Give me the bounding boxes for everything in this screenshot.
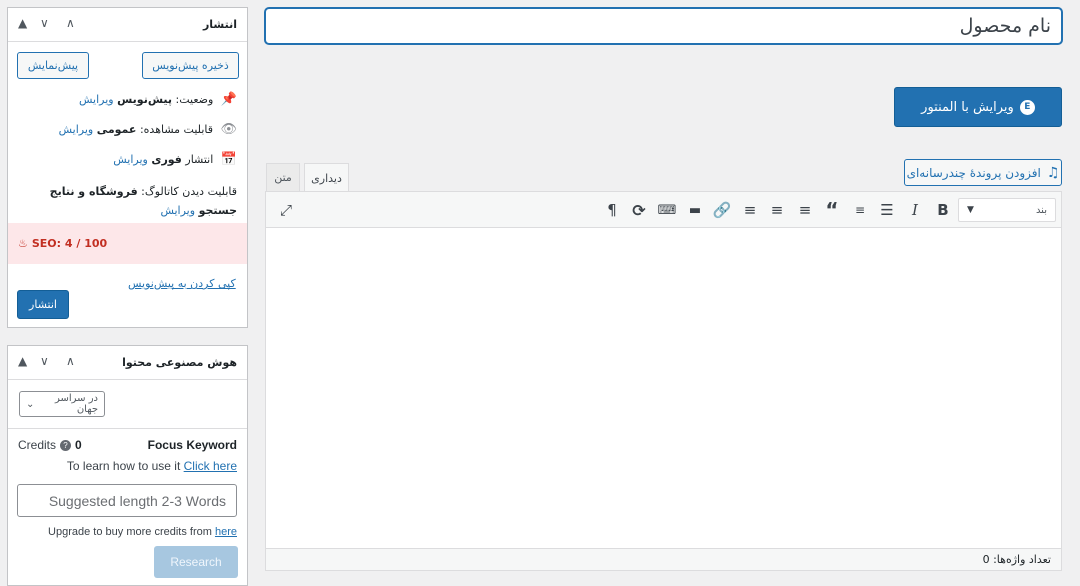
- paragraph-rtl-icon[interactable]: ¶: [600, 198, 624, 222]
- move-up-icon[interactable]: ▲: [18, 16, 27, 30]
- divider: [8, 428, 247, 429]
- chevron-down-icon: ⌄: [26, 398, 35, 410]
- publish-box-header: ▲ ∨ ∧ انتشار: [8, 8, 247, 42]
- seo-icon: ♨: [18, 237, 28, 250]
- upgrade-link[interactable]: here: [215, 526, 237, 538]
- status-value: پیش‌نویس: [117, 93, 173, 106]
- catalog-value-1: فروشگاه و نتایج: [49, 185, 138, 198]
- format-select-value: بند: [1035, 204, 1047, 216]
- status-row: 📌 وضعیت: پیش‌نویس ویرایش: [79, 92, 237, 107]
- status-edit-link[interactable]: ویرایش: [79, 93, 114, 106]
- chevron-up-icon[interactable]: ∧: [66, 354, 75, 368]
- chevron-down-icon[interactable]: ∨: [40, 354, 49, 368]
- fullscreen-icon[interactable]: ⤢: [274, 198, 298, 222]
- format-select[interactable]: بند ▼: [958, 198, 1056, 222]
- word-count: تعداد واژه‌ها: 0: [266, 548, 1061, 570]
- content-editor[interactable]: ⤢ بند ▼ B I ☰ ≡ “ ≡ ≡ ≡ 🔗 ▬ ⌨ ⟳ ¶ تعداد …: [265, 191, 1062, 571]
- research-button[interactable]: Research: [154, 546, 238, 578]
- refresh-icon[interactable]: ⟳: [627, 198, 651, 222]
- focus-keyword-input[interactable]: [17, 484, 237, 517]
- status-label: وضعیت:: [175, 93, 214, 106]
- media-icon: ♫: [1046, 164, 1060, 181]
- publish-time-label: انتشار: [185, 153, 214, 166]
- add-media-label: افزودن پروندهٔ چندرسانه‌ای: [906, 165, 1041, 180]
- editor-toolbar: ⤢ بند ▼ B I ☰ ≡ “ ≡ ≡ ≡ 🔗 ▬ ⌨ ⟳ ¶: [266, 192, 1061, 228]
- visibility-label: قابلیت مشاهده:: [139, 123, 213, 136]
- keyboard-icon[interactable]: ⌨: [655, 198, 679, 222]
- catalog-edit-link[interactable]: ویرایش: [160, 204, 195, 217]
- copy-to-draft-link[interactable]: کپی کردن به پیش‌نویس: [128, 277, 236, 290]
- credits-value: 0: [75, 438, 82, 452]
- tab-visual[interactable]: دیداری: [304, 163, 349, 192]
- credits-display: Credits ? 0: [18, 438, 82, 452]
- upgrade-line: Upgrade to buy more credits from here: [48, 526, 237, 538]
- edit-with-elementor-button[interactable]: E ویرایش با المنتور: [894, 87, 1062, 127]
- numbered-list-icon[interactable]: ≡: [848, 198, 872, 222]
- ai-box-title: هوش مصنوعی محتوا: [122, 356, 237, 369]
- move-up-icon[interactable]: ▲: [18, 354, 27, 368]
- product-title-input[interactable]: [265, 8, 1062, 44]
- bold-icon[interactable]: B: [931, 198, 955, 222]
- click-here-link[interactable]: Click here: [184, 459, 237, 473]
- focus-keyword-label: Focus Keyword: [147, 438, 237, 452]
- ai-box-header: ▲ ∨ ∧ هوش مصنوعی محتوا: [8, 346, 247, 380]
- publish-time-edit-link[interactable]: ویرایش: [113, 153, 148, 166]
- save-draft-button[interactable]: ذخیره پیش‌نویس: [142, 52, 239, 79]
- link-icon[interactable]: 🔗: [710, 198, 734, 222]
- align-right-icon[interactable]: ≡: [738, 198, 762, 222]
- publish-box-title: انتشار: [202, 18, 237, 31]
- visibility-edit-link[interactable]: ویرایش: [59, 123, 94, 136]
- add-media-button[interactable]: ♫ افزودن پروندهٔ چندرسانه‌ای: [904, 159, 1062, 186]
- align-center-icon[interactable]: ≡: [765, 198, 789, 222]
- credits-label: Credits: [18, 438, 57, 452]
- calendar-icon: 📅: [220, 152, 237, 167]
- publish-button[interactable]: انتشار: [17, 290, 69, 319]
- info-icon[interactable]: ?: [60, 439, 72, 451]
- pin-icon: 📌: [220, 92, 237, 107]
- blockquote-icon[interactable]: “: [820, 198, 844, 222]
- language-select-value: در سراسر جهان: [54, 393, 98, 415]
- seo-score-bar: ♨ SEO: 4 / 100: [8, 223, 247, 264]
- upgrade-text: Upgrade to buy more credits from: [48, 526, 212, 538]
- learn-text: To learn how to use it: [66, 459, 181, 473]
- visibility-value: عمومی: [96, 123, 137, 136]
- tab-text[interactable]: متن: [266, 163, 300, 191]
- preview-button[interactable]: پیش‌نمایش: [17, 52, 89, 79]
- eye-icon: 👁: [220, 122, 237, 137]
- italic-icon[interactable]: I: [903, 198, 927, 222]
- visibility-row: 👁 قابلیت مشاهده: عمومی ویرایش: [59, 122, 237, 137]
- elementor-button-label: ویرایش با المنتور: [921, 99, 1014, 115]
- language-select[interactable]: در سراسر جهان ⌄: [19, 391, 105, 417]
- catalog-label: قابلیت دیدن کاتالوگ:: [141, 185, 237, 198]
- align-left-icon[interactable]: ≡: [793, 198, 817, 222]
- chevron-up-icon[interactable]: ∧: [66, 16, 75, 30]
- bullet-list-icon[interactable]: ☰: [875, 198, 899, 222]
- seo-score: SEO: 4 / 100: [31, 237, 108, 250]
- publish-box: ▲ ∨ ∧ انتشار ذخیره پیش‌نویس پیش‌نمایش 📌 …: [7, 7, 248, 328]
- dropdown-arrow-icon: ▼: [967, 205, 974, 215]
- catalog-value-2: جستجو: [198, 204, 237, 217]
- chevron-down-icon[interactable]: ∨: [40, 16, 49, 30]
- read-more-icon[interactable]: ▬: [683, 198, 707, 222]
- catalog-visibility-row: قابلیت دیدن کاتالوگ: فروشگاه و نتایج جست…: [50, 182, 237, 220]
- ai-content-box: ▲ ∨ ∧ هوش مصنوعی محتوا در سراسر جهان ⌄ C…: [7, 345, 248, 586]
- publish-time-row: 📅 انتشار فوری ویرایش: [113, 152, 237, 167]
- elementor-icon: E: [1019, 99, 1035, 115]
- learn-line: To learn how to use it Click here: [67, 459, 237, 473]
- publish-time-value: فوری: [151, 153, 182, 166]
